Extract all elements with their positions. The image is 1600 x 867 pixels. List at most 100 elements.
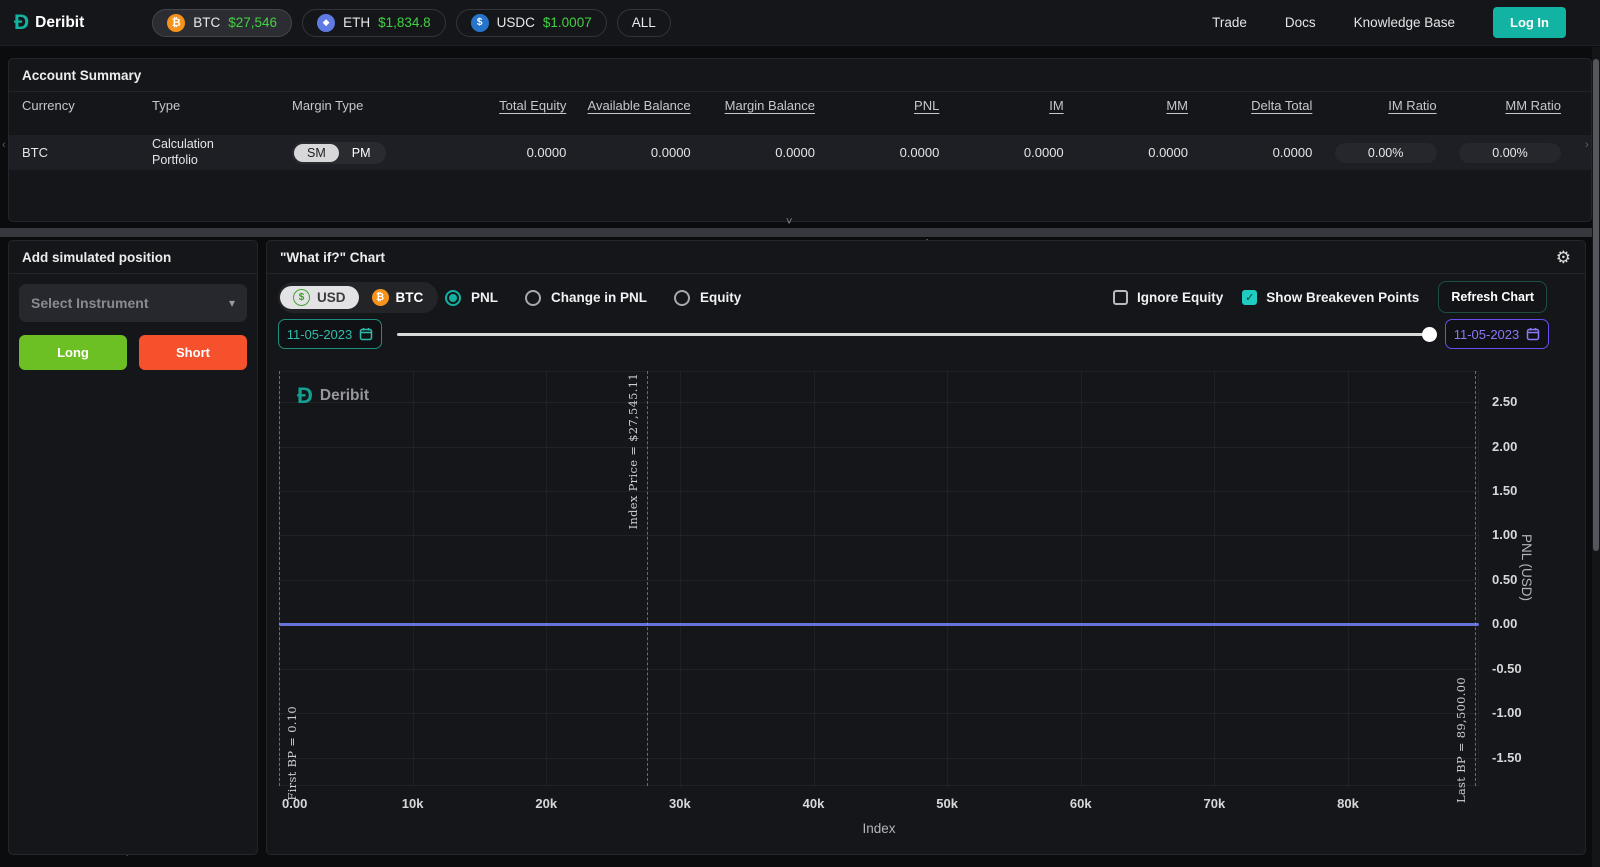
- deribit-logo[interactable]: Đ Deribit: [14, 13, 84, 33]
- last-bp-line: [1475, 371, 1476, 786]
- gridline-h: [279, 580, 1479, 581]
- column-header-total-equity[interactable]: Total Equity: [442, 98, 566, 113]
- margin-type-toggle: SMPM: [292, 142, 386, 164]
- last-bp-label: Last BP = 89,500.00: [1454, 677, 1468, 803]
- column-header-pnl[interactable]: PNL: [815, 98, 939, 113]
- long-button[interactable]: Long: [19, 335, 127, 370]
- cell-currency: BTC: [22, 145, 152, 160]
- usd-label: USD: [317, 290, 346, 305]
- nav-link-knowledge-base[interactable]: Knowledge Base: [1354, 15, 1455, 30]
- all-label: ALL: [632, 15, 656, 30]
- collapse-summary-chevron-icon[interactable]: ˅: [786, 217, 792, 227]
- radio-pnl-label: PNL: [471, 290, 498, 305]
- chart-title: "What if?" Chart ⚙: [267, 241, 1585, 274]
- account-summary-panel: Account Summary CurrencyTypeMargin TypeT…: [8, 58, 1592, 222]
- calendar-icon: [359, 327, 373, 341]
- toggle-usd[interactable]: $ USD: [280, 286, 359, 309]
- column-header-margin-balance[interactable]: Margin Balance: [691, 98, 815, 113]
- chart-mode-radios: PNL Change in PNL Equity: [445, 282, 741, 313]
- watermark-logo-icon: Đ: [297, 383, 313, 409]
- toggle-btc[interactable]: ₿ BTC: [359, 286, 437, 309]
- cell-value-4: 0.0000: [939, 145, 1063, 160]
- column-header-delta-total[interactable]: Delta Total: [1188, 98, 1312, 113]
- slider-thumb[interactable]: [1422, 327, 1437, 342]
- y-tick-label: -0.50: [1492, 661, 1522, 676]
- page-scrollbar[interactable]: [1592, 47, 1600, 867]
- settings-gear-icon[interactable]: ⚙: [1556, 241, 1571, 274]
- deribit-logo-icon: Đ: [14, 13, 29, 33]
- x-tick-label: 50k: [936, 796, 958, 811]
- y-tick-label: 1.00: [1492, 527, 1517, 542]
- y-axis-label: PNL (USD): [1519, 534, 1534, 601]
- gridline-h: [279, 491, 1479, 492]
- btc-label: BTC: [396, 290, 424, 305]
- y-tick-label: -1.00: [1492, 705, 1522, 720]
- margin-mode-sm[interactable]: SM: [294, 144, 339, 162]
- type-line-1: Calculation: [152, 137, 292, 153]
- gridline-v: [1348, 371, 1349, 786]
- column-header-mm-ratio[interactable]: MM Ratio: [1437, 98, 1561, 113]
- y-tick-label: 1.50: [1492, 483, 1517, 498]
- ratio-badge-1: 0.00%: [1459, 143, 1561, 163]
- btc-symbol: BTC: [193, 15, 220, 30]
- usdc-price: $1.0007: [543, 15, 592, 30]
- eth-symbol: ETH: [343, 15, 370, 30]
- index-price-label: Index Price = $27,545.11: [626, 373, 640, 529]
- refresh-chart-button[interactable]: Refresh Chart: [1438, 281, 1547, 313]
- what-if-chart-panel: "What if?" Chart ⚙ $ USD ₿ BTC PNL Chang…: [266, 240, 1586, 855]
- column-header-im[interactable]: IM: [939, 98, 1063, 113]
- cell-ratio-1: 0.00%: [1437, 143, 1561, 163]
- column-header-mm[interactable]: MM: [1064, 98, 1188, 113]
- short-button[interactable]: Short: [139, 335, 247, 370]
- currency-tab-usdc[interactable]: $ USDC $1.0007: [456, 9, 607, 37]
- column-header-type: Type: [152, 98, 292, 113]
- radio-equity-label: Equity: [700, 290, 741, 305]
- gridline-v: [1081, 371, 1082, 786]
- login-button[interactable]: Log In: [1493, 7, 1566, 38]
- cell-value-1: 0.0000: [566, 145, 690, 160]
- summary-scroll-left-icon[interactable]: ‹: [2, 140, 6, 150]
- add-position-title: Add simulated position: [9, 241, 257, 274]
- nav-link-docs[interactable]: Docs: [1285, 15, 1316, 30]
- radio-pnl-icon: [445, 290, 461, 306]
- currency-tab-eth[interactable]: ◆ ETH $1,834.8: [302, 9, 446, 37]
- gridline-h: [279, 447, 1479, 448]
- nav-link-trade[interactable]: Trade: [1212, 15, 1247, 30]
- column-header-available-balance[interactable]: Available Balance: [566, 98, 690, 113]
- column-header-im-ratio[interactable]: IM Ratio: [1312, 98, 1436, 113]
- radio-change-label: Change in PNL: [551, 290, 647, 305]
- summary-scroll-right-icon[interactable]: ›: [1585, 140, 1589, 150]
- radio-equity[interactable]: Equity: [674, 290, 741, 306]
- y-tick-label: 0.00: [1492, 616, 1517, 631]
- y-tick-label: 2.00: [1492, 439, 1517, 454]
- gridline-v: [413, 371, 414, 786]
- calendar-icon: [1526, 327, 1540, 341]
- chart-right-controls: Ignore Equity ✓ Show Breakeven Points Re…: [1113, 281, 1547, 313]
- pnl-line: [279, 623, 1479, 626]
- currency-tab-all[interactable]: ALL: [617, 9, 671, 37]
- y-tick-label: -1.50: [1492, 750, 1522, 765]
- show-breakeven-box-icon: ✓: [1242, 290, 1257, 305]
- radio-pnl[interactable]: PNL: [445, 290, 498, 306]
- eth-price: $1,834.8: [378, 15, 431, 30]
- show-breakeven-checkbox[interactable]: ✓ Show Breakeven Points: [1242, 290, 1419, 305]
- date-to-picker[interactable]: 11-05-2023: [1445, 319, 1549, 349]
- gridline-v: [1214, 371, 1215, 786]
- instrument-select[interactable]: Select Instrument ▾: [19, 284, 247, 322]
- caret-down-icon: ▾: [229, 296, 235, 310]
- btc-icon: ₿: [167, 14, 185, 32]
- radio-equity-icon: [674, 290, 690, 306]
- cell-value-6: 0.0000: [1188, 145, 1312, 160]
- column-header-currency: Currency: [22, 98, 152, 113]
- first-bp-label: First BP = 0.10: [285, 706, 299, 801]
- date-from-picker[interactable]: 11-05-2023: [278, 319, 382, 349]
- currency-tab-btc[interactable]: ₿ BTC $27,546: [152, 9, 292, 37]
- ignore-equity-checkbox[interactable]: Ignore Equity: [1113, 290, 1223, 305]
- scrollbar-thumb[interactable]: [1593, 59, 1599, 551]
- radio-change-in-pnl[interactable]: Change in PNL: [525, 290, 647, 306]
- date-range-slider[interactable]: [397, 333, 1435, 336]
- chart-watermark: ĐDeribit: [297, 383, 369, 409]
- usd-coin-icon: $: [293, 289, 310, 306]
- margin-mode-pm[interactable]: PM: [339, 144, 384, 162]
- panel-divider[interactable]: [0, 228, 1600, 237]
